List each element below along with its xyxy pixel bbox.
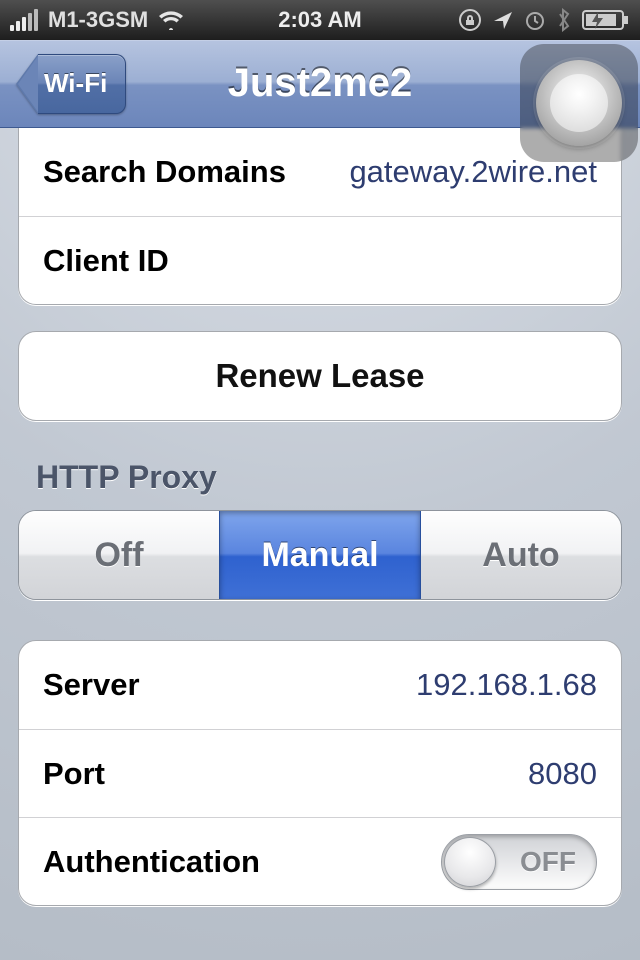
proxy-auth-toggle[interactable]: OFF xyxy=(441,834,597,890)
proxy-mode-off[interactable]: Off xyxy=(19,511,219,599)
proxy-auth-state: OFF xyxy=(520,846,576,878)
renew-lease-group: Renew Lease xyxy=(18,331,622,421)
client-id-label: Client ID xyxy=(43,243,169,279)
proxy-mode-auto[interactable]: Auto xyxy=(420,511,621,599)
back-button-label: Wi-Fi xyxy=(38,54,126,114)
renew-lease-button[interactable]: Renew Lease xyxy=(19,332,621,420)
client-id-row[interactable]: Client ID xyxy=(19,216,621,304)
proxy-port-value: 8080 xyxy=(528,756,597,792)
assistive-touch-button[interactable] xyxy=(520,44,638,162)
renew-lease-label: Renew Lease xyxy=(215,357,424,395)
proxy-mode-manual[interactable]: Manual xyxy=(219,511,420,599)
back-button[interactable]: Wi-Fi xyxy=(16,54,126,114)
search-domains-label: Search Domains xyxy=(43,154,286,190)
page-title: Just2me2 xyxy=(228,61,413,106)
status-bar: M1-3GSM 2:03 AM xyxy=(0,0,640,40)
nav-bar: Wi-Fi Just2me2 xyxy=(0,40,640,128)
proxy-port-row[interactable]: Port 8080 xyxy=(19,729,621,817)
toggle-knob xyxy=(444,837,496,887)
proxy-server-value: 192.168.1.68 xyxy=(416,667,597,703)
proxy-server-label: Server xyxy=(43,667,140,703)
content-area: Search Domains gateway.2wire.net Client … xyxy=(0,128,640,906)
proxy-auth-row: Authentication OFF xyxy=(19,817,621,905)
proxy-mode-segmented: Off Manual Auto xyxy=(18,510,622,600)
http-proxy-header: HTTP Proxy xyxy=(36,459,622,496)
proxy-settings-group: Server 192.168.1.68 Port 8080 Authentica… xyxy=(18,640,622,906)
proxy-auth-label: Authentication xyxy=(43,844,260,880)
proxy-port-label: Port xyxy=(43,756,105,792)
proxy-server-row[interactable]: Server 192.168.1.68 xyxy=(19,641,621,729)
status-time: 2:03 AM xyxy=(0,7,640,33)
